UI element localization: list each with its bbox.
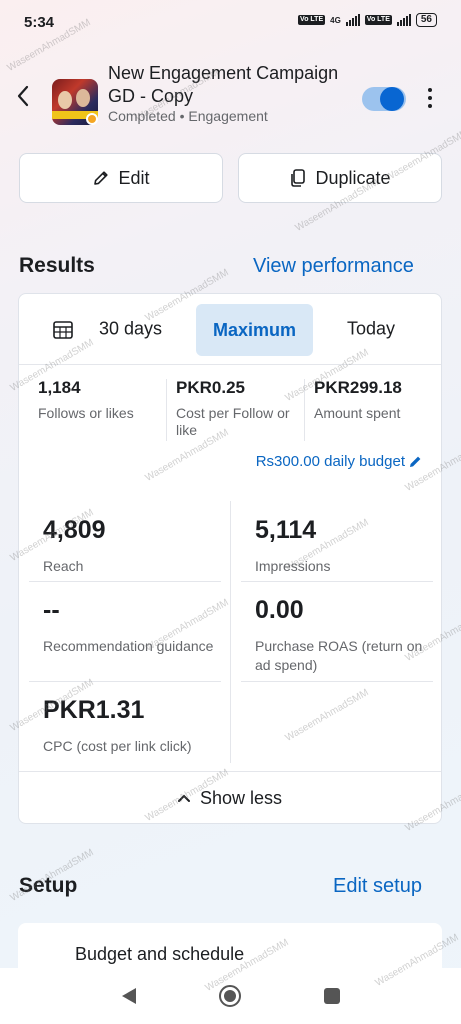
view-performance-link[interactable]: View performance xyxy=(253,255,414,278)
divider xyxy=(166,379,167,441)
campaign-status: Completed • Engagement xyxy=(108,108,268,124)
metric-label: Impressions xyxy=(255,558,331,574)
divider xyxy=(241,581,433,582)
nav-home-icon[interactable] xyxy=(218,984,242,1008)
stat-value: 1,184 xyxy=(38,378,81,397)
metric-label: Recommendation guidance xyxy=(43,638,214,654)
stat-follows: 1,184 Follows or likes xyxy=(38,378,168,422)
duplicate-icon xyxy=(291,169,306,187)
campaign-title-line1: New Engagement Campaign xyxy=(108,63,339,83)
edit-setup-link[interactable]: Edit setup xyxy=(333,875,422,898)
show-less-label: Show less xyxy=(199,787,283,808)
more-options-icon[interactable] xyxy=(428,88,432,108)
daily-budget-link[interactable]: Rs300.00 daily budget xyxy=(256,453,423,470)
budget-schedule-label: Budget and schedule xyxy=(75,944,245,964)
metric-label: Reach xyxy=(43,558,84,574)
nav-recents-icon[interactable] xyxy=(323,987,341,1005)
metric-impressions: 5,114 Impressions xyxy=(255,516,435,576)
stat-label: Cost per Follow or like xyxy=(176,405,290,438)
campaign-title-line2: GD - Copy xyxy=(108,86,194,106)
edit-button[interactable]: Edit xyxy=(19,153,223,203)
volte-icon-2: Vo LTE xyxy=(364,15,392,25)
calendar-icon[interactable] xyxy=(53,320,73,344)
edit-label: Edit xyxy=(118,167,150,188)
show-less-button[interactable]: Show less xyxy=(19,771,441,824)
stat-label: Amount spent xyxy=(314,405,401,421)
signal-icon-2 xyxy=(396,14,411,26)
results-card: 30 days Maximum Today 1,184 Follows or l… xyxy=(18,293,442,824)
stat-cost-per-follow: PKR0.25 Cost per Follow or like xyxy=(176,378,300,439)
stat-value: PKR0.25 xyxy=(176,378,245,397)
campaign-header: New Engagement Campaign GD - Copy Comple… xyxy=(0,55,461,135)
divider xyxy=(29,581,221,582)
divider xyxy=(241,681,433,682)
metric-cpc: PKR1.31 CPC (cost per link click) xyxy=(43,696,223,756)
nav-back-icon[interactable] xyxy=(120,986,138,1006)
stat-amount-spent: PKR299.18 Amount spent xyxy=(314,378,436,422)
pencil-icon xyxy=(94,171,109,185)
signal-icon xyxy=(345,14,360,26)
campaign-title: New Engagement Campaign GD - Copy xyxy=(108,62,358,108)
stat-value: PKR299.18 xyxy=(314,378,402,397)
status-dot-icon xyxy=(86,113,98,125)
results-title: Results xyxy=(19,254,95,277)
battery-icon: 56 xyxy=(415,13,437,27)
back-arrow-icon[interactable] xyxy=(16,85,30,112)
daily-budget-text: Rs300.00 daily budget xyxy=(255,453,405,470)
tab-today[interactable]: Today xyxy=(347,319,395,340)
status-time: 5:34 xyxy=(24,14,55,31)
metric-label: CPC (cost per link click) xyxy=(43,738,192,754)
volte-icon: Vo LTE xyxy=(298,15,326,25)
divider xyxy=(29,681,221,682)
metrics-divider xyxy=(230,501,231,763)
tab-maximum[interactable]: Maximum xyxy=(196,304,313,356)
campaign-toggle[interactable] xyxy=(362,87,406,111)
edit-pencil-icon xyxy=(410,456,421,467)
status-icons: Vo LTE 4G Vo LTE 56 xyxy=(298,13,437,27)
stat-label: Follows or likes xyxy=(38,405,134,421)
metric-value: 0.00 xyxy=(255,596,304,624)
network-type: 4G xyxy=(330,15,341,25)
